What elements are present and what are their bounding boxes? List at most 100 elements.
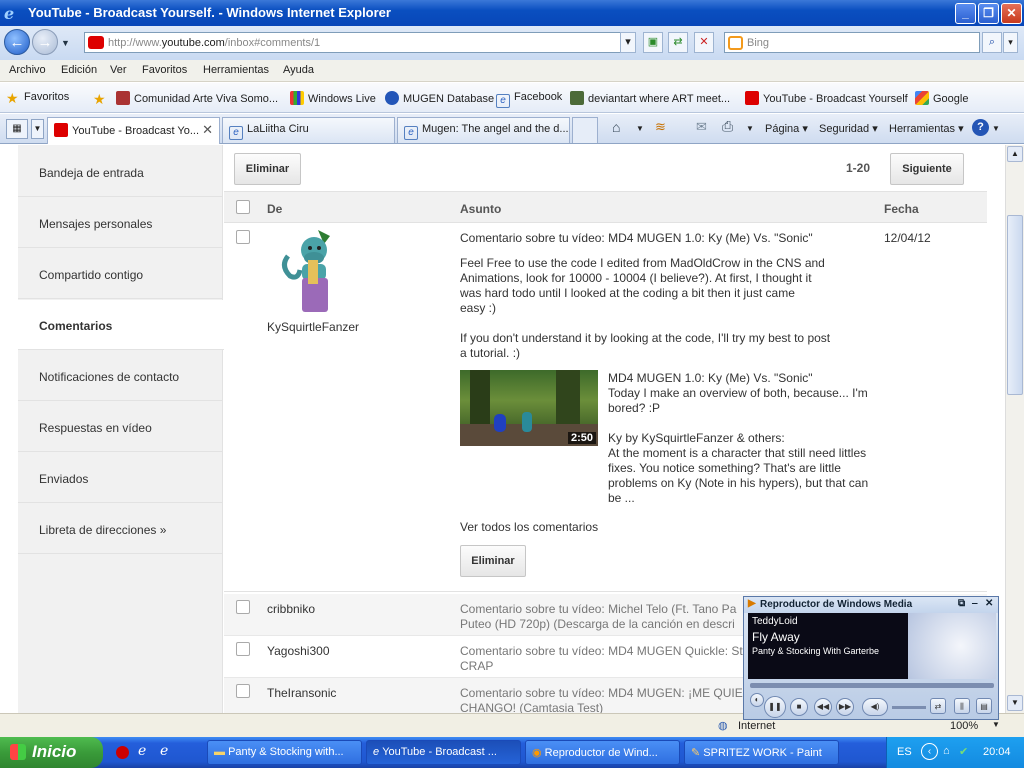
print-icon[interactable]: ⎙ — [722, 118, 733, 135]
menu-herramientas[interactable]: Herramientas — [203, 64, 269, 76]
equalizer-icon[interactable]: ⫼ — [954, 698, 970, 714]
close-button[interactable]: ✕ — [1001, 3, 1022, 24]
new-tab-button[interactable] — [572, 117, 598, 143]
fav-windows-live[interactable]: Windows Live — [290, 91, 376, 105]
playlist-icon[interactable]: ▤ — [976, 698, 992, 714]
fav-google[interactable]: Google — [915, 91, 968, 105]
task-paint[interactable]: ✎ SPRITEZ WORK - Paint — [684, 740, 839, 765]
ie-quicklaunch-icon[interactable]: e — [138, 743, 146, 759]
tab-list-dropdown-icon[interactable]: ▼ — [31, 119, 44, 139]
scroll-down-icon[interactable]: ▼ — [1007, 695, 1023, 711]
search-icon[interactable]: ⌕ — [982, 32, 1002, 53]
stop-button[interactable]: ■ — [790, 698, 808, 716]
maximize-button[interactable]: ❐ — [978, 3, 999, 24]
scroll-thumb[interactable] — [1007, 215, 1023, 395]
show-hidden-icons-icon[interactable]: ‹ — [921, 743, 938, 760]
shuffle-icon[interactable]: ⇄ — [930, 698, 946, 714]
page-menu[interactable]: Página ▾ — [765, 122, 808, 135]
tab-close-icon[interactable]: ✕ — [202, 122, 213, 138]
sender-avatar[interactable] — [278, 228, 346, 316]
previous-button[interactable]: ◀◀ — [814, 698, 832, 716]
tools-menu[interactable]: Herramientas ▾ — [889, 122, 964, 135]
tab-mugen[interactable]: e Mugen: The angel and the d... — [397, 117, 570, 143]
menu-edicion[interactable]: Edición — [61, 64, 97, 76]
tab-laliitha-ciru[interactable]: e LaLiitha Ciru — [222, 117, 395, 143]
address-bar[interactable]: http://www.youtube.com/inbox#comments/1 — [84, 32, 636, 53]
row-sender[interactable]: TheIransonic — [267, 686, 336, 700]
sidebar-item-comments[interactable]: Comentarios — [18, 300, 224, 350]
mail-icon[interactable]: ✉ — [696, 119, 707, 135]
volume-slider[interactable] — [892, 706, 926, 709]
view-all-comments-link[interactable]: Ver todos los comentarios — [460, 520, 598, 535]
help-icon[interactable]: ? — [972, 119, 989, 136]
scroll-up-icon[interactable]: ▲ — [1007, 146, 1023, 162]
fav-mugen-database[interactable]: MUGEN Database — [385, 91, 494, 105]
menu-archivo[interactable]: Archivo — [9, 64, 46, 76]
home-dropdown-icon[interactable]: ▼ — [636, 124, 644, 133]
next-page-button[interactable]: Siguiente — [890, 153, 964, 185]
sender-name[interactable]: KySquirtleFanzer — [267, 320, 359, 335]
restore-player-icon[interactable]: ⧉ — [958, 598, 965, 609]
feeds-icon[interactable]: ≋ — [655, 119, 666, 135]
row-subject[interactable]: Comentario sobre tu vídeo: MD4 MUGEN Qui… — [460, 644, 760, 676]
next-button[interactable]: ▶▶ — [836, 698, 854, 716]
row-sender[interactable]: Yagoshi300 — [267, 644, 330, 658]
fav-comunidad-arte-viva[interactable]: Comunidad Arte Viva Somo... — [116, 91, 278, 105]
safety-menu[interactable]: Seguridad ▾ — [819, 122, 878, 135]
sidebar-item-address-book[interactable]: Libreta de direcciones » — [18, 504, 223, 554]
video-thumbnail[interactable]: 2:50 — [460, 370, 598, 446]
message-checkbox[interactable] — [236, 230, 250, 244]
message-delete-button[interactable]: Eliminar — [460, 545, 526, 577]
row-subject[interactable]: Comentario sobre tu vídeo: Michel Telo (… — [460, 602, 760, 634]
back-button[interactable]: ← — [4, 29, 30, 55]
fav-deviantart[interactable]: deviantart where ART meet... — [570, 91, 730, 105]
compatibility-view-icon[interactable]: ▣ — [643, 32, 663, 53]
player-mode-icon[interactable]: ◐ — [750, 693, 764, 707]
recent-pages-dropdown-icon[interactable]: ▼ — [61, 38, 70, 48]
task-media-player[interactable]: ◉ Reproductor de Wind... — [525, 740, 680, 765]
sidebar-item-personal-messages[interactable]: Mensajes personales — [18, 198, 223, 248]
refresh-icon[interactable]: ⇄ — [668, 32, 688, 53]
address-dropdown-button[interactable]: ▾ — [620, 32, 636, 53]
fav-youtube[interactable]: YouTube - Broadcast Yourself — [745, 91, 908, 105]
network-icon[interactable]: ⌂ — [943, 745, 950, 757]
favorites-button[interactable]: ★ Favoritos — [6, 91, 69, 105]
page-scrollbar[interactable]: ▲ ▼ — [1005, 145, 1024, 713]
language-indicator[interactable]: ES — [897, 746, 912, 758]
home-icon[interactable]: ⌂ — [612, 119, 620, 135]
select-all-checkbox[interactable] — [236, 200, 250, 214]
menu-ayuda[interactable]: Ayuda — [283, 64, 314, 76]
task-folder[interactable]: ▬ Panty & Stocking with... — [207, 740, 362, 765]
close-player-icon[interactable]: ✕ — [985, 598, 993, 609]
row-checkbox[interactable] — [236, 600, 250, 614]
sidebar-item-sent[interactable]: Enviados — [18, 453, 223, 503]
add-favorite-icon[interactable]: ★ — [93, 91, 106, 108]
row-checkbox[interactable] — [236, 642, 250, 656]
sidebar-item-video-responses[interactable]: Respuestas en vídeo — [18, 402, 223, 452]
task-ie[interactable]: e YouTube - Broadcast ... — [366, 740, 521, 765]
menu-ver[interactable]: Ver — [110, 64, 127, 76]
sidebar-item-inbox[interactable]: Bandeja de entrada — [18, 147, 223, 197]
zoom-dropdown-icon[interactable]: ▼ — [992, 720, 1000, 729]
row-subject[interactable]: Comentario sobre tu vídeo: MD4 MUGEN: ¡M… — [460, 686, 760, 713]
tab-youtube[interactable]: YouTube - Broadcast Yo... ✕ — [47, 117, 220, 144]
pause-button[interactable]: ❚❚ — [764, 696, 786, 718]
print-dropdown-icon[interactable]: ▼ — [746, 124, 754, 133]
quick-tabs-icon[interactable]: ▦ — [6, 119, 28, 139]
search-box[interactable]: Bing — [724, 32, 980, 53]
sidebar-item-shared-with-you[interactable]: Compartido contigo — [18, 249, 223, 299]
clock[interactable]: 20:04 — [983, 746, 1011, 758]
sidebar-item-contact-notifications[interactable]: Notificaciones de contacto — [18, 351, 223, 401]
ie-quicklaunch-icon[interactable]: e — [160, 743, 168, 759]
fav-facebook[interactable]: e Facebook — [496, 91, 562, 108]
start-button[interactable]: Inicio — [0, 737, 103, 768]
menu-favoritos[interactable]: Favoritos — [142, 64, 187, 76]
search-options-dropdown-icon[interactable]: ▾ — [1003, 32, 1018, 53]
minimize-player-icon[interactable]: ‒ — [972, 598, 978, 609]
minimize-button[interactable]: _ — [955, 3, 976, 24]
stop-icon[interactable]: ✕ — [694, 32, 714, 53]
video-title[interactable]: MD4 MUGEN 1.0: Ky (Me) Vs. "Sonic" — [608, 371, 883, 386]
record-quicklaunch-icon[interactable] — [116, 746, 129, 759]
row-sender[interactable]: cribbniko — [267, 602, 315, 616]
address-url[interactable]: http://www.youtube.com/inbox#comments/1 — [108, 37, 320, 49]
